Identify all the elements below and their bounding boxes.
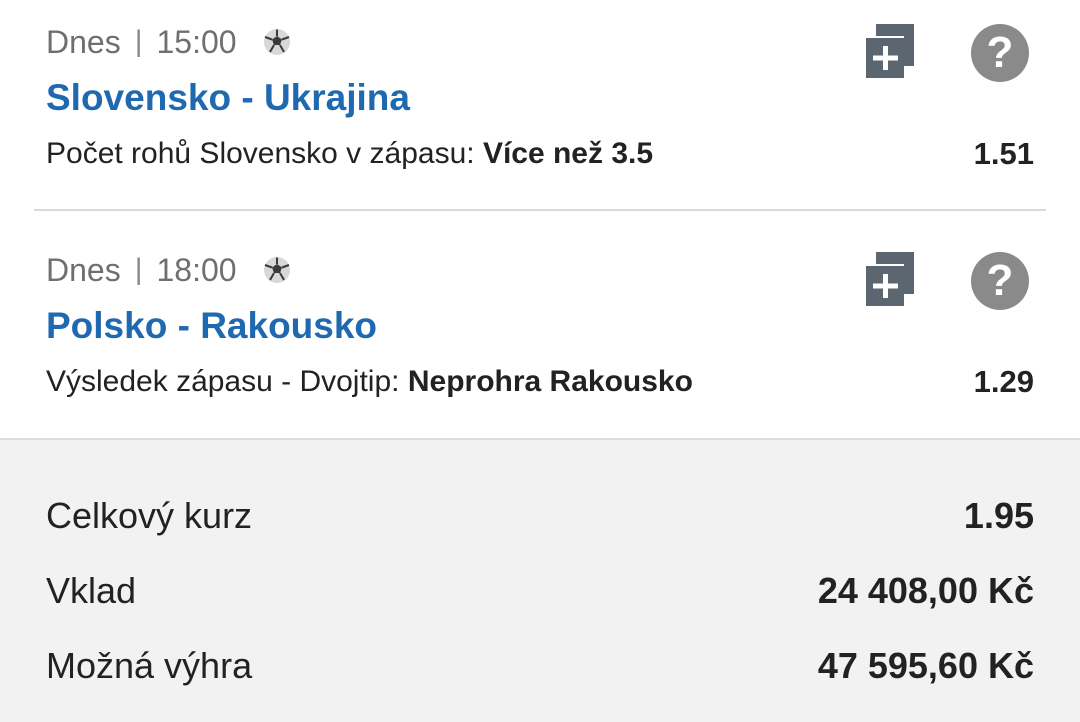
divider xyxy=(34,209,1046,211)
potential-win-label: Možná výhra xyxy=(46,645,253,686)
bet-day: Dnes xyxy=(46,251,121,288)
bet-meta: Dnes | 18:00 xyxy=(46,250,291,290)
add-to-slip-icon[interactable] xyxy=(862,22,916,80)
match-link[interactable]: Slovensko - Ukrajina xyxy=(46,76,410,120)
stake-row: Vklad 24 408,00 Kč xyxy=(46,567,1034,615)
potential-win-value: 47 595,60 Kč xyxy=(817,645,1034,686)
help-icon[interactable]: ? xyxy=(971,24,1029,82)
soccer-ball-icon xyxy=(263,257,290,283)
bet-selection: Výsledek zápasu - Dvojtip: Neprohra Rako… xyxy=(46,362,693,402)
bet-item: Dnes | 15:00 Slovensko - Ukrajina Počet … xyxy=(0,0,1080,210)
bet-day: Dnes xyxy=(46,23,121,60)
add-to-slip-icon[interactable] xyxy=(862,250,916,308)
bet-time: 15:00 xyxy=(156,23,237,60)
pick-name: Neprohra Rakousko xyxy=(407,365,693,398)
bet-slip: Dnes | 15:00 Slovensko - Ukrajina Počet … xyxy=(0,0,1080,722)
market-name: Počet rohů Slovensko v zápasu: xyxy=(46,137,475,170)
bet-meta: Dnes | 15:00 xyxy=(46,22,291,62)
match-link[interactable]: Polsko - Rakousko xyxy=(46,304,377,348)
stake-value: 24 408,00 Kč xyxy=(817,570,1034,611)
bet-time: 18:00 xyxy=(156,251,237,288)
slip-summary: Celkový kurz 1.95 Vklad 24 408,00 Kč Mož… xyxy=(0,438,1080,722)
soccer-ball-icon xyxy=(263,29,290,55)
total-odds-row: Celkový kurz 1.95 xyxy=(46,492,1034,540)
stake-label: Vklad xyxy=(46,570,137,611)
bet-odds: 1.29 xyxy=(973,364,1034,399)
bet-selection: Počet rohů Slovensko v zápasu: Více než … xyxy=(46,134,653,174)
pick-name: Více než 3.5 xyxy=(482,137,654,170)
bet-odds: 1.51 xyxy=(973,136,1034,171)
bet-item: Dnes | 18:00 Polsko - Rakousko Výsledek … xyxy=(0,212,1080,438)
meta-separator: | xyxy=(134,25,143,58)
help-icon[interactable]: ? xyxy=(971,252,1029,310)
meta-separator: | xyxy=(134,253,143,286)
potential-win-row: Možná výhra 47 595,60 Kč xyxy=(46,642,1034,690)
market-name: Výsledek zápasu - Dvojtip: xyxy=(46,365,400,398)
total-odds-label: Celkový kurz xyxy=(46,495,253,536)
total-odds-value: 1.95 xyxy=(963,495,1034,536)
